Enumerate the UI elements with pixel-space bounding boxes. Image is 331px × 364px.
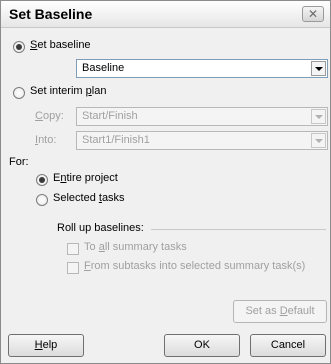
copy-select[interactable]: Start/Finish [76, 107, 328, 126]
chevron-down-icon[interactable] [311, 61, 326, 76]
dialog-title: Set Baseline [9, 6, 93, 22]
copy-select-value: Start/Finish [82, 110, 138, 122]
copy-label: Copy: [35, 110, 64, 122]
entire-project-label[interactable]: Entire project [53, 172, 118, 184]
into-select-value: Start1/Finish1 [82, 134, 150, 146]
chevron-down-icon[interactable] [311, 109, 326, 124]
selected-tasks-label[interactable]: Selected tasks [53, 192, 125, 204]
baseline-select[interactable]: Baseline [76, 59, 328, 78]
entire-project-radio[interactable] [36, 174, 48, 186]
for-label: For: [9, 156, 29, 168]
into-label: Into: [35, 134, 57, 146]
set-baseline-label[interactable]: Set baseline [30, 39, 91, 51]
baseline-select-value: Baseline [82, 62, 125, 74]
cancel-button[interactable]: Cancel [250, 334, 326, 357]
chevron-down-icon[interactable] [311, 133, 326, 148]
ok-button[interactable]: OK [164, 334, 240, 357]
roll-up-baselines-label: Roll up baselines: [57, 222, 144, 234]
set-interim-plan-label[interactable]: Set interim plan [30, 85, 106, 97]
from-subtasks-label[interactable]: From subtasks into selected summary task… [84, 260, 305, 272]
title-bar: Set Baseline ✕ [1, 1, 330, 28]
into-select[interactable]: Start1/Finish1 [76, 131, 328, 150]
set-baseline-radio[interactable] [13, 41, 25, 53]
close-icon: ✕ [307, 7, 319, 21]
selected-tasks-radio[interactable] [36, 194, 48, 206]
to-all-summary-tasks-checkbox[interactable] [67, 243, 79, 255]
from-subtasks-checkbox[interactable] [67, 262, 79, 274]
to-all-summary-tasks-label[interactable]: To all summary tasks [84, 241, 187, 253]
help-button[interactable]: Help [8, 334, 84, 357]
set-as-default-button[interactable]: Set as Default [233, 300, 327, 323]
roll-up-divider [151, 229, 326, 230]
set-baseline-dialog: Set Baseline ✕ Set baseline Baseline Set… [0, 0, 331, 364]
set-interim-plan-radio[interactable] [13, 87, 25, 99]
close-button[interactable]: ✕ [302, 6, 324, 22]
